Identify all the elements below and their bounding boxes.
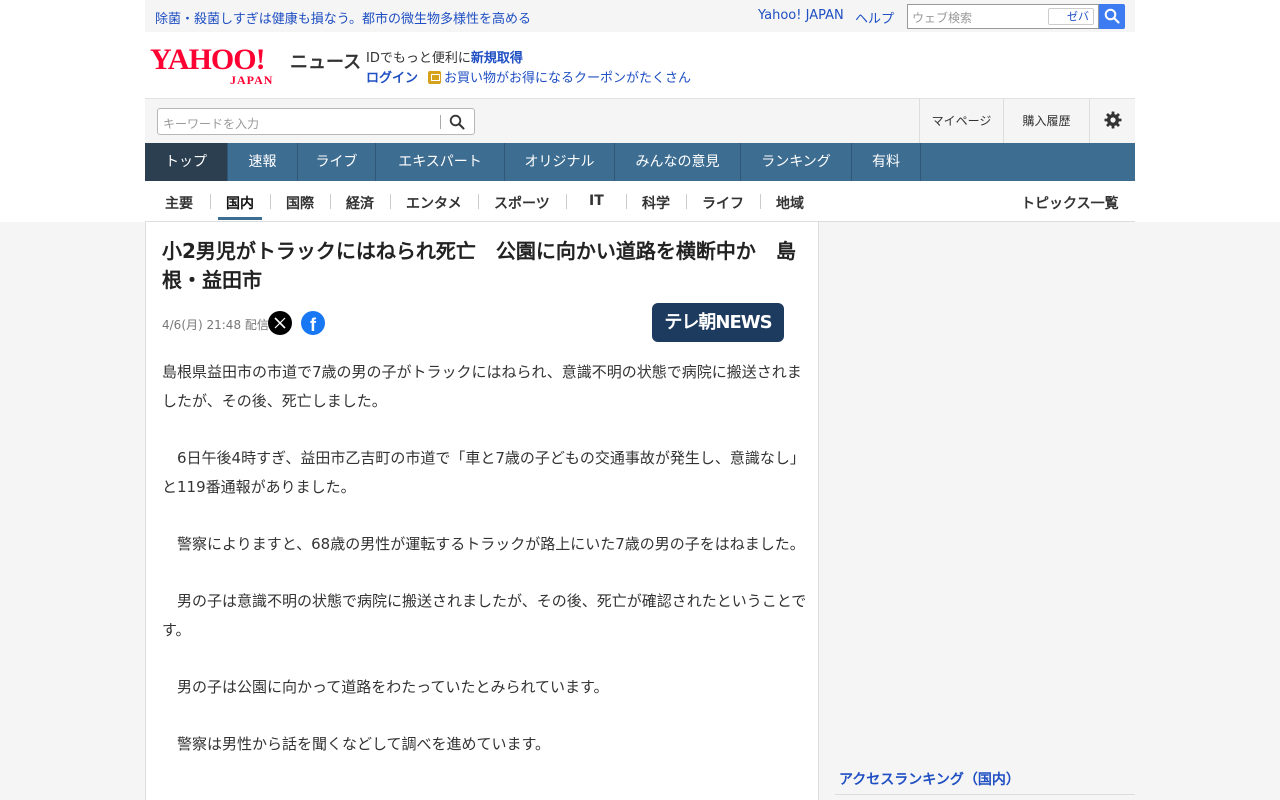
share-facebook-button[interactable]: f [301, 311, 325, 335]
nav-expert[interactable]: エキスパート [376, 143, 505, 181]
logo-sub-text: JAPAN [230, 73, 274, 87]
yahoo-logo[interactable]: YAHOO! JAPAN [150, 43, 288, 88]
web-search-input[interactable]: ウェブ検索 ゼバ [907, 4, 1099, 29]
web-search-placeholder: ウェブ検索 [912, 11, 973, 25]
article-paragraph: 島根県益田市の市道で7歳の男の子がトラックにはねられ、意識不明の状態で病院に搬送… [162, 363, 802, 410]
share-x-button[interactable] [268, 311, 292, 335]
category-divider [270, 194, 271, 209]
category-divider [390, 194, 391, 209]
category-science[interactable]: 科学 [642, 193, 670, 213]
x-logo-icon [274, 317, 286, 329]
global-nav: トップ 速報 ライブ エキスパート オリジナル みんなの意見 ランキング 有料 [145, 143, 1135, 181]
id-promo: IDでもっと便利に新規取得 [366, 47, 523, 66]
source-logo[interactable]: テレ朝NEWS [652, 303, 784, 342]
mypage-link[interactable]: マイページ [919, 99, 1003, 143]
article-paragraph: 6日午後4時すぎ、益田市乙吉町の市道で「車と7歳の子どもの交通事故が発生し、意識… [162, 449, 805, 496]
category-main[interactable]: 主要 [165, 193, 193, 213]
category-divider [330, 194, 331, 209]
nav-top[interactable]: トップ [145, 143, 228, 181]
zeba-button[interactable]: ゼバ [1048, 8, 1094, 25]
article-paragraph: 男の子は意識不明の状態で病院に搬送されましたが、その後、死亡が確認されたというこ… [162, 592, 807, 639]
category-divider [626, 194, 627, 209]
category-life[interactable]: ライフ [702, 193, 744, 213]
article-paragraph: 男の子は公園に向かって道路をわたっていたとみられています。 [162, 678, 609, 696]
coupon-icon [428, 71, 441, 84]
search-row: キーワードを入力 マイページ 購入履歴 [145, 98, 1135, 143]
topics-list-link[interactable]: トピックス一覧 [1021, 193, 1119, 213]
logo-main-text: YAHOO! [150, 43, 266, 76]
keyword-placeholder: キーワードを入力 [163, 117, 260, 131]
ranking-divider [835, 794, 1135, 795]
search-icon[interactable] [449, 114, 465, 130]
article-paragraph: 警察は男性から話を聞くなどして調べを進めています。 [162, 735, 551, 753]
nav-ranking[interactable]: ランキング [741, 143, 852, 181]
category-divider [210, 194, 211, 209]
keyword-search-input[interactable]: キーワードを入力 [157, 108, 475, 135]
web-search-button[interactable] [1099, 4, 1125, 29]
category-divider [686, 194, 687, 209]
article: 小2男児がトラックにはねられ死亡 公園に向かい道路を横断中か 島根・益田市 4/… [145, 222, 819, 800]
gear-icon [1104, 111, 1121, 129]
settings-button[interactable] [1089, 99, 1135, 143]
category-divider [566, 194, 567, 209]
facebook-icon: f [310, 315, 316, 335]
register-link[interactable]: 新規取得 [471, 51, 523, 66]
coupon-link[interactable]: お買い物がお得になるクーポンがたくさん [428, 67, 691, 86]
category-domestic[interactable]: 国内 [226, 193, 254, 213]
category-sports[interactable]: スポーツ [494, 193, 550, 213]
nav-paid[interactable]: 有料 [852, 143, 921, 181]
article-body: 島根県益田市の市道で7歳の男の子がトラックにはねられ、意識不明の状態で病院に搬送… [162, 358, 807, 787]
article-date: 4/6(月) 21:48 配信 [162, 318, 269, 332]
promo-link[interactable]: 除菌・殺菌しすぎは健康も損なう。都市の微生物多様性を高める [155, 8, 531, 27]
nav-original[interactable]: オリジナル [505, 143, 615, 181]
category-economy[interactable]: 経済 [346, 193, 374, 213]
category-entertainment[interactable]: エンタメ [406, 193, 462, 213]
nav-live[interactable]: ライブ [298, 143, 376, 181]
login-link[interactable]: ログイン [366, 67, 418, 86]
purchase-history-link[interactable]: 購入履歴 [1003, 99, 1089, 143]
article-title: 小2男児がトラックにはねられ死亡 公園に向かい道路を横断中か 島根・益田市 [162, 239, 796, 292]
active-category-underline [218, 217, 262, 220]
search-divider [440, 115, 441, 129]
article-paragraph: 警察によりますと、68歳の男性が運転するトラックが路上にいた7歳の男の子をはねま… [162, 535, 805, 553]
coupon-text: お買い物がお得になるクーポンがたくさん [444, 71, 692, 86]
section-title[interactable]: ニュース [290, 48, 361, 74]
category-international[interactable]: 国際 [286, 193, 314, 213]
category-divider [478, 194, 479, 209]
nav-opinions[interactable]: みんなの意見 [615, 143, 741, 181]
help-link[interactable]: ヘルプ [855, 8, 894, 27]
category-nav: 主要 国内 国際 経済 エンタメ スポーツ IT 科学 ライフ 地域 トピックス… [145, 181, 1135, 222]
right-sidebar: アクセスランキング（国内） [835, 222, 1135, 800]
category-region[interactable]: 地域 [776, 193, 804, 213]
search-icon [1104, 8, 1120, 24]
access-ranking-title[interactable]: アクセスランキング（国内） [839, 769, 1020, 789]
id-promo-text: IDでもっと便利に [366, 51, 471, 66]
category-it[interactable]: IT [589, 193, 604, 209]
yahoo-japan-link[interactable]: Yahoo! JAPAN [758, 8, 844, 23]
category-divider [760, 194, 761, 209]
top-bar: 除菌・殺菌しすぎは健康も損なう。都市の微生物多様性を高める Yahoo! JAP… [145, 0, 1135, 32]
nav-breaking[interactable]: 速報 [228, 143, 298, 181]
brand-header: YAHOO! JAPAN ニュース IDでもっと便利に新規取得 ログイン お買い… [145, 32, 1135, 98]
